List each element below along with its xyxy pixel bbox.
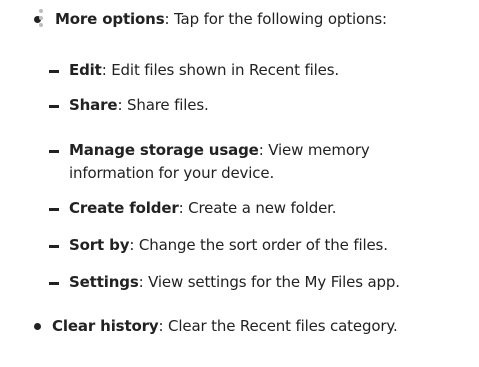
dash-marker (49, 282, 59, 285)
list-item-more-options: More options: Tap for the following opti… (55, 9, 387, 30)
dash-marker (49, 208, 59, 211)
more-options-desc: : Tap for the following options: (164, 10, 388, 28)
manage-storage-term: Manage storage usage (69, 141, 259, 159)
more-options-term: More options (55, 10, 165, 28)
sort-by-term: Sort by (69, 236, 130, 254)
sub-item-create-folder: Create folder: Create a new folder. (69, 198, 337, 219)
edit-term: Edit (69, 61, 102, 79)
clear-history-term: Clear history (52, 317, 159, 335)
sub-item-manage-storage: Manage storage usage: View memory (69, 140, 370, 161)
manage-storage-desc: : View memory (258, 141, 370, 159)
settings-desc: : View settings for the My Files app. (138, 273, 400, 291)
sub-item-edit: Edit: Edit files shown in Recent files. (69, 60, 339, 81)
sub-item-sort-by: Sort by: Change the sort order of the fi… (69, 235, 388, 256)
dash-marker (49, 105, 59, 108)
bullet (34, 323, 41, 330)
create-folder-term: Create folder (69, 199, 179, 217)
manage-storage-desc-cont: information for your device. (69, 164, 275, 182)
create-folder-desc: : Create a new folder. (178, 199, 337, 217)
share-term: Share (69, 96, 118, 114)
dash-marker (49, 70, 59, 73)
sub-item-share: Share: Share files. (69, 95, 209, 116)
share-desc: : Share files. (117, 96, 209, 114)
settings-term: Settings (69, 273, 139, 291)
list-item-clear-history: Clear history: Clear the Recent files ca… (52, 316, 398, 337)
more-options-icon (39, 9, 43, 27)
sub-item-settings: Settings: View settings for the My Files… (69, 272, 400, 293)
sort-by-desc: : Change the sort order of the files. (129, 236, 388, 254)
clear-history-desc: : Clear the Recent files category. (158, 317, 398, 335)
edit-desc: : Edit files shown in Recent files. (101, 61, 340, 79)
sub-item-manage-storage-cont: information for your device. (69, 163, 274, 184)
dash-marker (49, 150, 59, 153)
dash-marker (49, 245, 59, 248)
